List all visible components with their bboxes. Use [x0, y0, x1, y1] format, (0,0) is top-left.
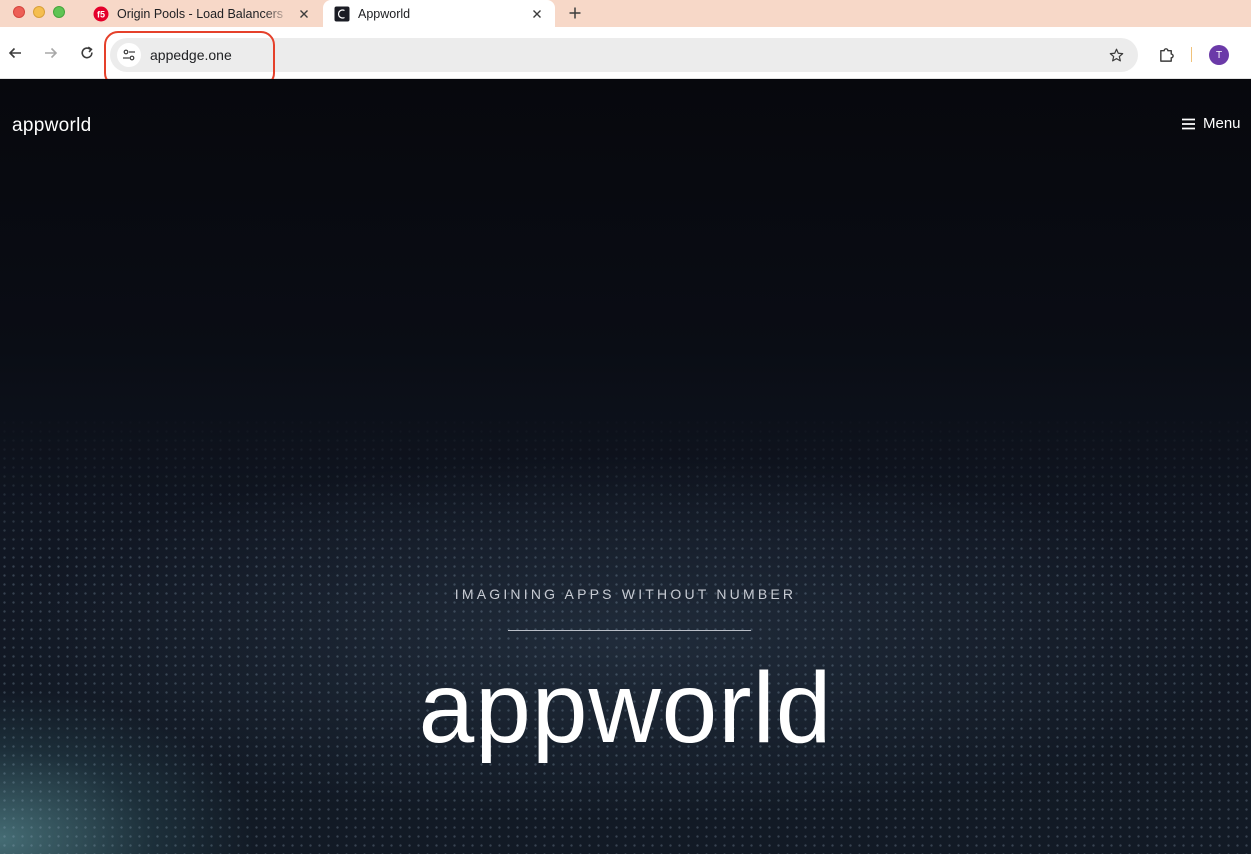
- extensions-puzzle-icon[interactable]: [1157, 45, 1175, 63]
- minimize-window-button[interactable]: [33, 6, 45, 18]
- hero-divider: [508, 630, 751, 631]
- plus-icon: [569, 7, 581, 19]
- address-bar[interactable]: appedge.one: [110, 38, 1138, 72]
- site-logo[interactable]: appworld: [12, 115, 92, 137]
- particle-wave-background: [0, 409, 1251, 854]
- tab-appworld[interactable]: Appworld: [323, 0, 555, 27]
- appworld-page: appworld Menu IMAGINING APPS WITHOUT NUM…: [0, 79, 1251, 854]
- tab-title: Appworld: [358, 6, 411, 21]
- hero-title: appworld: [418, 652, 833, 764]
- reload-icon: [81, 46, 93, 59]
- hero-tagline: IMAGINING APPS WITHOUT NUMBER: [454, 586, 797, 602]
- close-icon[interactable]: [296, 6, 312, 22]
- reload-button[interactable]: [78, 44, 96, 62]
- menu-label: Menu: [1203, 115, 1241, 132]
- tab-title: Origin Pools - Load Balancers: [117, 6, 284, 21]
- tab-strip: f5 Origin Pools - Load Balancers Appworl…: [0, 0, 1251, 27]
- site-info-icon[interactable]: [117, 43, 141, 67]
- new-tab-button[interactable]: [566, 4, 584, 22]
- toolbar-divider: [1191, 47, 1192, 62]
- close-window-button[interactable]: [13, 6, 25, 18]
- bookmark-star-icon[interactable]: [1108, 47, 1124, 63]
- arrow-left-icon: [8, 47, 21, 59]
- profile-avatar[interactable]: T: [1209, 45, 1229, 65]
- arrow-right-icon: [45, 47, 58, 59]
- f5-logo-icon: f5: [93, 6, 109, 22]
- appworld-favicon-icon: [334, 6, 350, 22]
- back-button[interactable]: [6, 44, 24, 62]
- hamburger-icon: [1182, 118, 1195, 130]
- close-icon[interactable]: [529, 6, 545, 22]
- forward-button[interactable]: [42, 44, 60, 62]
- svg-text:f5: f5: [97, 9, 105, 19]
- maximize-window-button[interactable]: [53, 6, 65, 18]
- url-text[interactable]: appedge.one: [150, 47, 232, 63]
- browser-toolbar: appedge.one T: [0, 27, 1251, 79]
- tab-origin-pools[interactable]: f5 Origin Pools - Load Balancers: [82, 0, 322, 27]
- menu-button[interactable]: Menu: [1182, 115, 1241, 132]
